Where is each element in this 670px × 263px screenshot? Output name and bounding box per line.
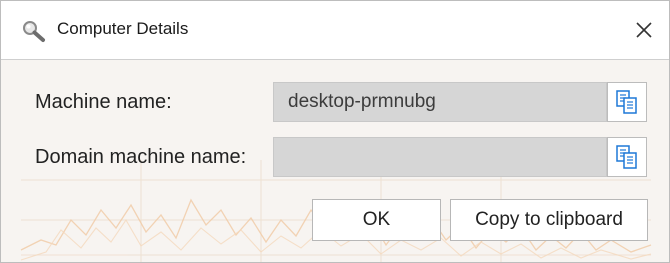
computer-details-dialog: Computer Details Machine name: desktop-p… [0,0,670,263]
machine-name-label: Machine name: [35,91,172,113]
dialog-body: Machine name: desktop-prmnubg Domain mac… [1,60,669,262]
domain-machine-name-label: Domain machine name: [35,146,247,168]
copy-domain-machine-name-button[interactable] [607,137,647,177]
copy-machine-name-button[interactable] [607,82,647,122]
window-title: Computer Details [57,19,189,38]
magnifier-icon [21,19,47,43]
title-bar: Computer Details [1,1,669,60]
close-icon [636,22,652,38]
copy-to-clipboard-icon [616,90,637,114]
copy-to-clipboard-icon [616,145,637,169]
machine-name-field[interactable]: desktop-prmnubg [273,82,607,122]
copy-to-clipboard-button[interactable]: Copy to clipboard [450,199,648,241]
close-button[interactable] [627,13,661,47]
ok-button[interactable]: OK [312,199,441,241]
domain-machine-name-field[interactable] [273,137,607,177]
